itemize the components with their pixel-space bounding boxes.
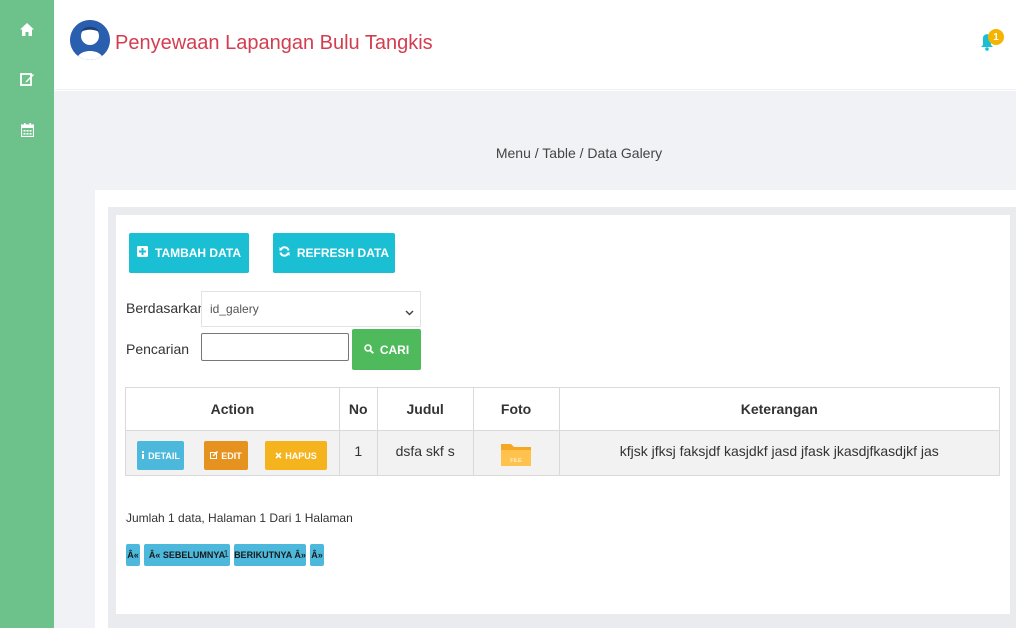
logo-avatar-icon: [70, 20, 110, 60]
first-page-button[interactable]: Â«: [126, 544, 140, 566]
next-page-button[interactable]: BERIKUTNYA Â»: [234, 544, 306, 566]
delete-button[interactable]: HAPUS: [265, 441, 327, 470]
filter-by-value: id_galery: [210, 302, 259, 316]
add-data-button[interactable]: TAMBAH DATA: [129, 233, 249, 273]
filter-by-select[interactable]: id_galery: [201, 291, 421, 327]
column-header: Foto: [472, 387, 560, 431]
pagination-summary: Jumlah 1 data, Halaman 1 Dari 1 Halaman: [126, 511, 353, 525]
edit-button[interactable]: EDIT: [204, 441, 248, 470]
last-page-button[interactable]: Â»: [310, 544, 324, 566]
refresh-data-button[interactable]: REFRESH DATA: [273, 233, 395, 273]
column-header: Keterangan: [558, 387, 1001, 431]
search-input[interactable]: [201, 333, 349, 361]
column-header: Action: [125, 387, 340, 431]
table-header-row: Action No Judul Foto Keterangan: [125, 387, 1001, 431]
notification-badge: 1: [988, 29, 1004, 45]
topbar: Penyewaan Lapangan Bulu Tangkis 1: [54, 0, 1016, 90]
calendar-icon[interactable]: [0, 119, 54, 141]
edit-icon: [210, 450, 219, 461]
delete-label: HAPUS: [285, 450, 317, 461]
search-label: Pencarian:: [126, 341, 207, 357]
search-button[interactable]: CARI: [352, 329, 421, 370]
data-table: Action No Judul Foto Keterangan DETAIL E…: [125, 387, 1001, 476]
table-row: DETAIL EDIT HAPUS 1 dsfa skf s FILE kfjs…: [125, 430, 1001, 476]
add-data-label: TAMBAH DATA: [155, 246, 241, 260]
filter-by-label: Berdasarkan:: [126, 300, 210, 316]
column-header: Judul: [376, 387, 474, 431]
chevron-down-icon: [405, 305, 414, 319]
action-cell: DETAIL EDIT HAPUS: [125, 430, 340, 476]
close-icon: [275, 451, 282, 461]
cell-no: 1: [338, 430, 378, 476]
search-icon: [364, 343, 374, 357]
svg-text:FILE: FILE: [510, 458, 522, 464]
search-button-label: CARI: [379, 342, 410, 357]
edit-label: EDIT: [221, 450, 242, 461]
detail-button[interactable]: DETAIL: [137, 441, 184, 470]
info-icon: [141, 450, 145, 461]
edit-icon[interactable]: [0, 68, 54, 90]
breadcrumb: Menu / Table / Data Galery: [495, 145, 663, 161]
previous-page-button[interactable]: Â« SEBELUMNYA: [144, 544, 230, 566]
detail-label: DETAIL: [148, 450, 180, 461]
current-page-number[interactable]: 1: [221, 549, 231, 560]
column-header: No: [338, 387, 378, 431]
cell-judul: dsfa skf s: [376, 430, 474, 476]
cell-foto: FILE: [472, 430, 560, 476]
app-title: Penyewaan Lapangan Bulu Tangkis: [115, 32, 433, 54]
plus-square-icon: [137, 246, 148, 260]
folder-file-icon[interactable]: FILE: [499, 439, 533, 472]
sidebar: [0, 0, 54, 628]
cell-keterangan: kfjsk jfksj faksjdf kasjdkf jasd jfask j…: [558, 430, 1001, 476]
refresh-data-label: REFRESH DATA: [296, 246, 390, 260]
refresh-icon: [279, 246, 290, 260]
home-icon[interactable]: [0, 18, 54, 40]
